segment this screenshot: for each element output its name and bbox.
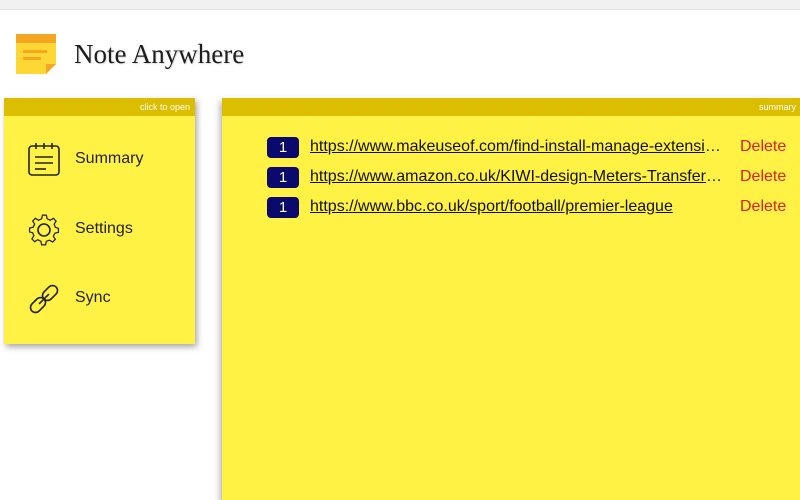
menu-item-summary[interactable]: Summary [4, 132, 195, 188]
menu-panel: click to open Summary Settings Sync [4, 98, 195, 344]
menu-item-summary-label: Summary [75, 150, 144, 167]
note-link[interactable]: https://www.makeuseof.com/find-install-m… [310, 138, 726, 156]
sticky-note-icon [13, 31, 59, 77]
notes-calendar-icon [24, 142, 64, 178]
count-badge: 1 [267, 197, 299, 218]
menu-panel-bar[interactable]: click to open [4, 98, 195, 116]
menu-item-sync[interactable]: Sync [4, 271, 195, 327]
browser-top-strip [0, 0, 800, 10]
note-link[interactable]: https://www.amazon.co.uk/KIWI-design-Met… [310, 168, 726, 186]
list-item: 1 https://www.amazon.co.uk/KIWI-design-M… [222, 166, 800, 190]
menu-item-settings[interactable]: Settings [4, 202, 195, 258]
menu-item-sync-label: Sync [75, 289, 111, 306]
link-icon [24, 281, 64, 317]
menu-item-settings-label: Settings [75, 220, 133, 237]
count-badge: 1 [267, 137, 299, 158]
count-badge: 1 [267, 167, 299, 188]
app-title: Note Anywhere [74, 39, 245, 69]
app-header: Note Anywhere [0, 18, 800, 90]
summary-panel-bar: summary [222, 98, 800, 116]
gear-icon [24, 212, 64, 248]
delete-button[interactable]: Delete [740, 138, 786, 156]
delete-button[interactable]: Delete [740, 168, 786, 186]
list-item: 1 https://www.bbc.co.uk/sport/football/p… [222, 196, 800, 220]
delete-button[interactable]: Delete [740, 198, 786, 216]
list-item: 1 https://www.makeuseof.com/find-install… [222, 136, 800, 160]
summary-panel: summary 1 https://www.makeuseof.com/find… [222, 98, 800, 500]
note-link[interactable]: https://www.bbc.co.uk/sport/football/pre… [310, 198, 726, 216]
